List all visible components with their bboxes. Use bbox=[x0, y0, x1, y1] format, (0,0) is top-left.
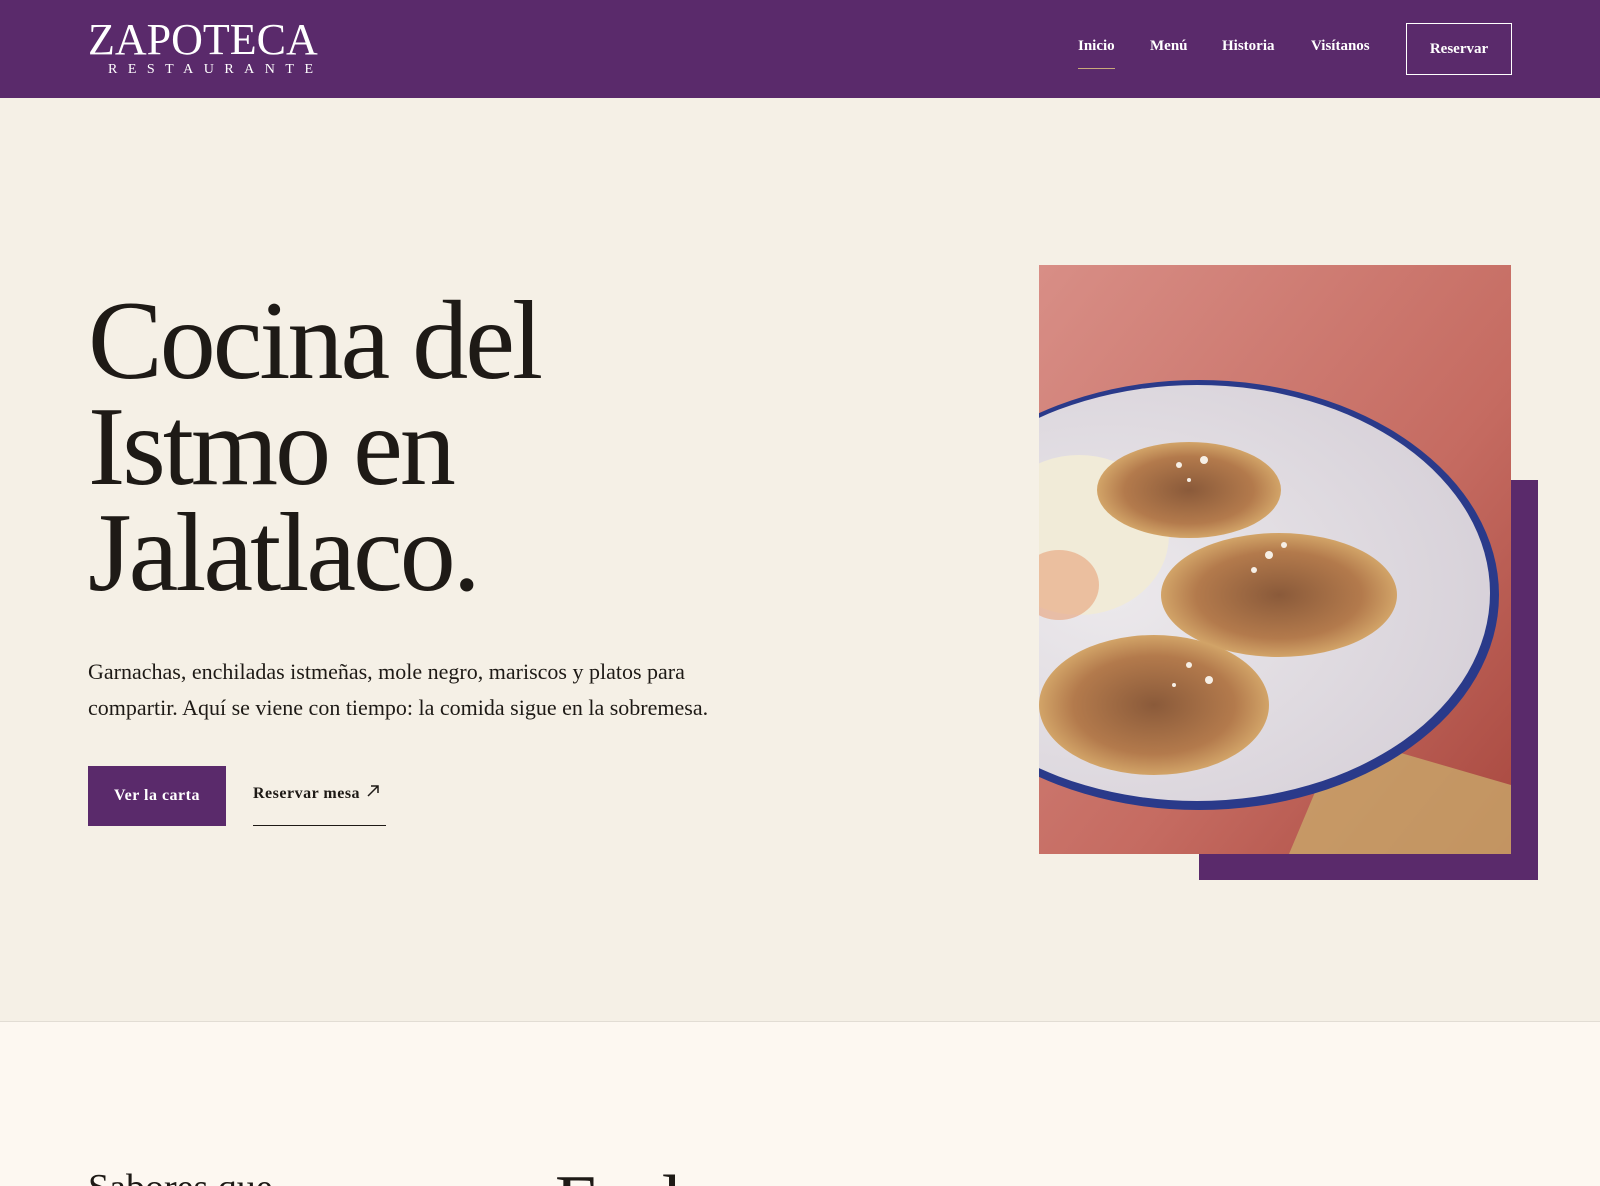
hero-description-line: compartir. Aquí se viene con tiempo: la … bbox=[88, 695, 709, 720]
nav-item-visitanos[interactable]: Visítanos bbox=[1311, 38, 1370, 55]
reserve-table-label: Reservar mesa bbox=[253, 785, 361, 802]
nav-item-menu[interactable]: Menú bbox=[1150, 38, 1188, 55]
nav-item-historia[interactable]: Historia bbox=[1222, 38, 1275, 55]
nav-item-inicio[interactable]: Inicio bbox=[1078, 38, 1115, 69]
section-heading-left: Sabores que bbox=[88, 1166, 273, 1186]
arrow-up-right-icon bbox=[366, 784, 380, 803]
view-menu-button[interactable]: Ver la carta bbox=[88, 766, 226, 826]
section-heading-mid: En la mesa bbox=[555, 1160, 900, 1186]
hero-description: Garnachas, enchiladas istmeñas, mole neg… bbox=[88, 654, 788, 726]
hero-title-line: Jalatlaco. bbox=[88, 491, 481, 615]
brand-name: ZAPOTECA bbox=[88, 15, 318, 64]
hero-title: Cocina del Istmo en Jalatlaco. bbox=[88, 285, 788, 609]
hero-food-photo bbox=[1039, 265, 1511, 854]
reserve-link-underline bbox=[253, 825, 386, 826]
hero-description-line: Garnachas, enchiladas istmeñas, mole neg… bbox=[88, 659, 685, 684]
reserve-button[interactable]: Reservar bbox=[1406, 23, 1512, 75]
hero-section: Cocina del Istmo en Jalatlaco. Garnachas… bbox=[0, 98, 1600, 1022]
reserve-table-link[interactable]: Reservar mesa bbox=[253, 784, 380, 803]
site-header: ZAPOTECA RESTAURANTE Inicio Menú Histori… bbox=[0, 0, 1600, 98]
brand-subtitle: RESTAURANTE bbox=[108, 62, 324, 77]
brand-logo[interactable]: ZAPOTECA RESTAURANTE bbox=[88, 18, 324, 78]
